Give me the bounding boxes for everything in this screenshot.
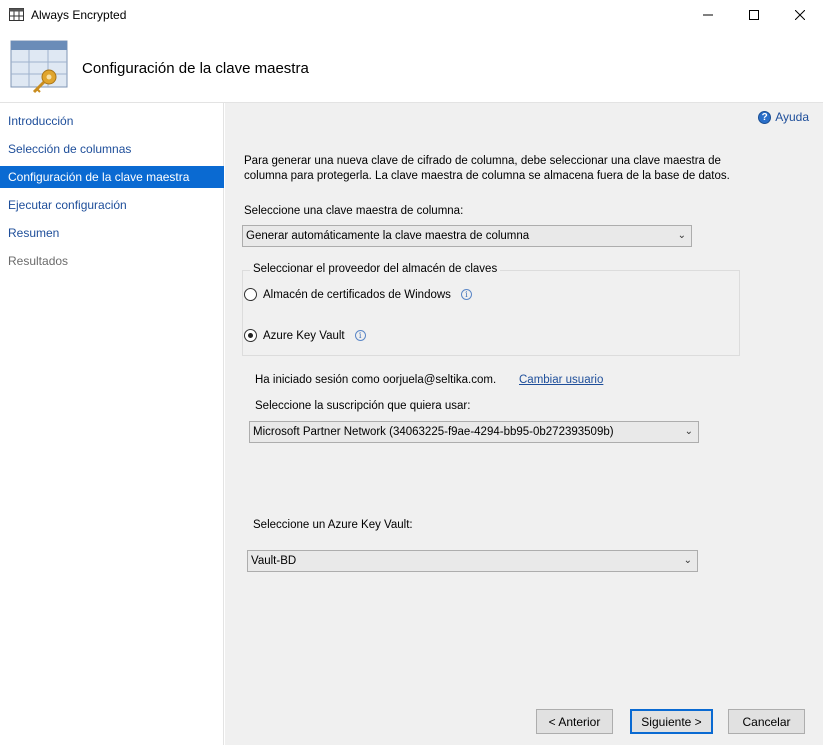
vault-select[interactable]: Vault-BD ⌄ [247,550,698,572]
cancel-button[interactable]: Cancelar [728,709,805,734]
table-app-icon [9,8,24,21]
chevron-down-icon: ⌄ [683,555,692,566]
info-icon: i [460,289,472,300]
wizard-nav: Introducción Selección de columnas Confi… [0,103,224,745]
minimize-icon [703,14,713,16]
help-link[interactable]: ? Ayuda [758,110,809,124]
signed-in-text: Ha iniciado sesión como oorjuela@seltika… [255,374,497,386]
provider-group-label: Seleccionar el proveedor del almacén de … [250,263,501,275]
close-icon [795,10,805,20]
description-text: Para generar una nueva clave de cifrado … [244,155,730,182]
vault-label: Seleccione un Azure Key Vault: [253,519,413,531]
radio-label-azure: Azure Key Vault [263,329,345,342]
nav-item-resultados: Resultados [8,254,69,268]
next-button[interactable]: Siguiente > [630,709,713,734]
back-button[interactable]: < Anterior [536,709,613,734]
wizard-header: Configuración de la clave maestra [0,30,823,103]
provider-groupbox: Seleccionar el proveedor del almacén de … [242,263,740,356]
subscription-value: Microsoft Partner Network (34063225-f9ae… [253,426,614,438]
vault-value: Vault-BD [251,555,297,567]
maximize-button[interactable] [731,0,777,30]
help-label: Ayuda [775,110,809,124]
maximize-icon [749,10,759,20]
nav-item-configuracion-clave[interactable]: Configuración de la clave maestra [0,166,224,188]
master-key-value: Generar automáticamente la clave maestra… [246,230,530,242]
chevron-down-icon: ⌄ [677,230,686,241]
help-icon: ? [758,110,772,124]
subscription-label: Seleccione la suscripción que quiera usa… [255,400,471,412]
title-bar: Always Encrypted [0,0,823,30]
radio-windows-cert-store[interactable]: Almacén de certificados de Windows i [244,288,472,301]
chevron-down-icon: ⌄ [684,426,693,437]
nav-item-introduccion[interactable]: Introducción [0,110,224,132]
nav-item-seleccion-columnas[interactable]: Selección de columnas [0,138,224,160]
change-user-link[interactable]: Cambiar usuario [519,374,603,386]
radio-label-windows: Almacén de certificados de Windows [263,288,451,301]
master-key-select[interactable]: Generar automáticamente la clave maestra… [242,225,692,247]
table-key-icon [10,40,68,94]
subscription-select[interactable]: Microsoft Partner Network (34063225-f9ae… [249,421,699,443]
info-icon: i [354,330,366,341]
main-panel: ? Ayuda Para generar una nueva clave de … [225,103,823,745]
nav-item-resumen[interactable]: Resumen [0,222,224,244]
minimize-button[interactable] [685,0,731,30]
nav-item-ejecutar-configuracion[interactable]: Ejecutar configuración [0,194,224,216]
radio-button-checked [244,329,257,342]
master-key-label: Seleccione una clave maestra de columna: [244,205,464,217]
radio-azure-key-vault[interactable]: Azure Key Vault i [244,329,366,342]
close-button[interactable] [777,0,823,30]
window-title: Always Encrypted [31,8,127,22]
page-title: Configuración de la clave maestra [82,60,309,77]
radio-button-unchecked [244,288,257,301]
